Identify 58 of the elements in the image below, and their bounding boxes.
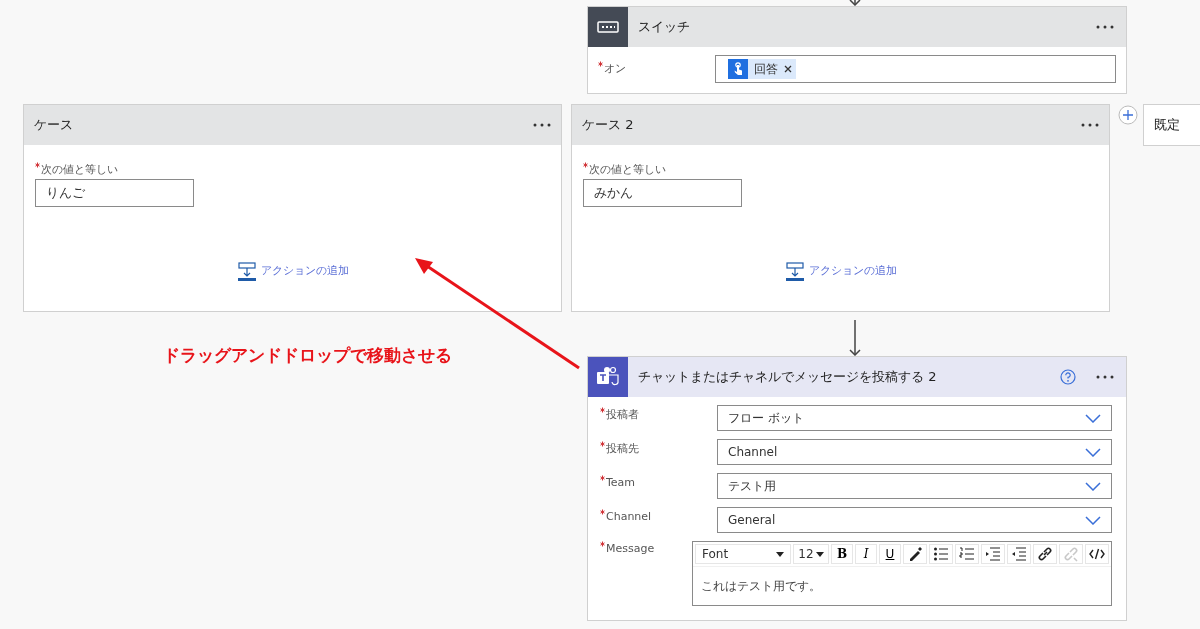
dropdown-field[interactable]: Channel [717, 439, 1112, 465]
dropdown-field[interactable]: フロー ボット [717, 405, 1112, 431]
field-label: 投稿者 [606, 407, 639, 423]
chevron-down-icon[interactable] [1085, 413, 1101, 423]
link-icon[interactable] [1037, 546, 1053, 562]
field-label: オン [604, 61, 626, 77]
code-icon[interactable] [1089, 546, 1105, 562]
field-label: Message [606, 541, 655, 557]
touch-icon [728, 59, 748, 79]
chevron-down-icon[interactable] [1085, 447, 1101, 457]
annotation-text: ドラッグアンドドロップで移動させる [163, 344, 452, 367]
pen-icon[interactable] [907, 546, 923, 562]
connector-arrow [849, 0, 861, 6]
indent-icon[interactable] [985, 546, 1001, 562]
connector-arrow [849, 320, 861, 356]
switch-icon [597, 21, 619, 33]
help-icon[interactable] [1060, 369, 1076, 385]
add-case-plus-icon[interactable] [1118, 105, 1138, 125]
more-options-icon[interactable] [533, 123, 551, 127]
token-input-field[interactable]: 回答 [715, 55, 1116, 83]
add-action-link[interactable]: アクションの追加 [236, 261, 349, 282]
token-chip[interactable]: 回答 [728, 59, 796, 79]
message-editor[interactable]: Font 12 B I U これはテスト用です。 [692, 541, 1112, 606]
outdent-icon[interactable] [1011, 546, 1027, 562]
field-label: 投稿先 [606, 441, 639, 457]
caret-icon [776, 551, 784, 557]
add-action-icon [784, 261, 805, 282]
card-title: ケース 2 [581, 116, 635, 135]
chevron-down-icon[interactable] [1085, 481, 1101, 491]
caret-icon [815, 551, 824, 557]
value-input-field[interactable]: りんご [35, 178, 194, 207]
dropdown-field[interactable]: General [717, 507, 1112, 533]
more-options-icon[interactable] [1096, 375, 1114, 379]
bulleted-list-icon[interactable] [933, 546, 949, 562]
dropdown-field[interactable]: テスト用 [717, 473, 1112, 499]
numbered-list-icon[interactable] [959, 546, 975, 562]
value-input-field[interactable]: みかん [583, 178, 742, 207]
field-label: Team [606, 475, 636, 491]
font-size-select[interactable]: 12 [793, 544, 829, 564]
field-label: 次の値と等しい [41, 162, 118, 178]
card-title: 既定 [1154, 116, 1181, 135]
card-title: ケース [33, 116, 74, 135]
add-action-icon [236, 261, 257, 282]
close-icon[interactable] [784, 65, 792, 73]
underline-button[interactable]: U [879, 544, 901, 564]
font-select[interactable]: Font [695, 544, 791, 564]
more-options-icon[interactable] [1081, 123, 1099, 127]
card-title: スイッチ [637, 18, 691, 37]
field-label: Channel [606, 509, 652, 525]
message-text: これはテスト用です。 [700, 578, 822, 595]
bold-button[interactable]: B [831, 544, 853, 564]
card-title: チャットまたはチャネルでメッセージを投稿する 2 [637, 368, 938, 387]
teams-icon [596, 366, 620, 388]
more-options-icon[interactable] [1096, 25, 1114, 29]
field-label: 次の値と等しい [589, 162, 666, 178]
add-action-link[interactable]: アクションの追加 [784, 261, 897, 282]
italic-button[interactable]: I [855, 544, 877, 564]
chevron-down-icon[interactable] [1085, 515, 1101, 525]
